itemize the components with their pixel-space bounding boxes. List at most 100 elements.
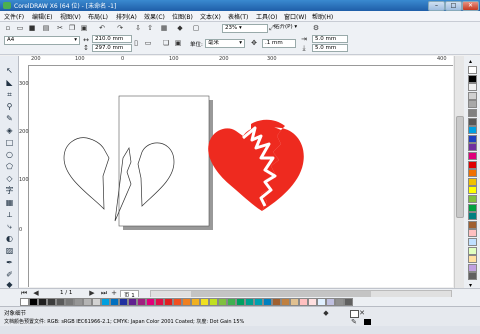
palette-swatch[interactable] [468,152,477,160]
transparency-tool-icon[interactable]: ▨ [5,246,14,255]
welcome-screen-icon[interactable]: ▢ [192,24,200,32]
export-icon[interactable]: ⇧ [146,24,154,32]
palette-scroll-up-icon[interactable]: ▴ [469,58,472,65]
parallel-dimension-icon[interactable]: ⟂ [5,210,14,219]
palette-swatch[interactable] [468,109,477,117]
document-palette-swatch[interactable] [56,298,65,306]
document-palette-swatch[interactable] [101,298,110,306]
open-folder-icon[interactable]: ▭ [16,24,24,32]
document-palette-swatch[interactable] [281,298,290,306]
vertical-scroll-thumb[interactable] [456,116,464,218]
vertical-scrollbar[interactable] [454,56,464,288]
restore-button[interactable]: □ [445,1,462,11]
menu-arrange[interactable]: 排列(A) [116,12,137,21]
document-palette-swatch[interactable] [344,298,353,306]
undo-icon[interactable]: ↶ [98,24,106,32]
document-palette-swatch[interactable] [74,298,83,306]
print-icon[interactable]: ▤ [42,24,50,32]
document-palette-swatch[interactable] [20,298,29,306]
horizontal-ruler[interactable]: 200 100 0 100 200 300 400 [19,56,453,66]
smart-fill-icon[interactable]: ◈ [5,126,14,135]
document-palette[interactable] [0,297,480,306]
palette-swatch[interactable] [468,229,477,238]
palette-swatch[interactable] [468,83,477,92]
color-profile-info[interactable]: 文档颜色预置文件: RGB: sRGB IEC61966-2.1; CMYK: … [4,318,244,325]
palette-swatch[interactable] [468,263,477,272]
document-palette-swatch[interactable] [164,298,173,306]
palette-swatch[interactable] [468,246,477,255]
freehand-tool-icon[interactable]: ✎ [5,114,14,123]
palette-swatch[interactable] [468,177,477,186]
palette-swatch[interactable] [468,66,477,74]
document-palette-swatch[interactable] [236,298,245,306]
menu-tools[interactable]: 工具(O) [256,12,277,21]
snap-to-menu[interactable]: 贴齐(P) ▾ [272,24,306,31]
palette-swatch[interactable] [468,272,477,281]
palette-swatch[interactable] [468,134,477,143]
document-palette-swatch[interactable] [155,298,164,306]
menu-window[interactable]: 窗口(W) [284,12,307,21]
close-button[interactable]: ✕ [462,1,479,11]
document-palette-swatch[interactable] [209,298,218,306]
next-page-icon[interactable]: ▶ [88,289,96,297]
pdf-publish-icon[interactable]: ▦ [160,24,168,32]
all-pages-icon[interactable]: ❏ [162,39,170,47]
palette-swatch[interactable] [468,160,477,169]
rectangle-tool-icon[interactable]: □ [5,138,14,147]
document-palette-swatch[interactable] [173,298,182,306]
menu-table[interactable]: 表格(T) [228,12,248,21]
document-palette-swatch[interactable] [227,298,236,306]
menu-text[interactable]: 文本(X) [200,12,221,21]
document-palette-swatch[interactable] [272,298,281,306]
document-palette-swatch[interactable] [47,298,56,306]
palette-swatch[interactable] [468,143,477,152]
polygon-tool-icon[interactable]: ⬠ [5,162,14,171]
page-border[interactable] [118,95,210,227]
nudge-distance-input[interactable]: .1 mm [262,39,296,48]
paste-icon[interactable]: ▣ [80,24,88,32]
duplicate-distance-x-input[interactable]: 5.0 mm [312,35,348,43]
pick-tool-icon[interactable]: ↖ [5,66,14,75]
drawing-canvas[interactable] [29,66,453,287]
new-document-icon[interactable]: ▫ [4,24,12,32]
palette-swatch[interactable] [468,91,477,100]
portrait-icon[interactable]: ▯ [132,39,140,47]
document-palette-swatch[interactable] [218,298,227,306]
fill-color-icon[interactable]: ◆ [322,309,330,317]
vertical-ruler[interactable]: 300 200 100 0 [19,65,29,287]
document-palette-swatch[interactable] [308,298,317,306]
shape-tool-icon[interactable]: ◣ [5,78,14,87]
document-palette-swatch[interactable] [299,298,308,306]
page-height-input[interactable]: 297.0 mm [92,44,132,52]
menu-layout[interactable]: 布局(L) [88,12,108,21]
units-select[interactable]: 毫米 ▾ [205,39,245,48]
first-page-icon[interactable]: ⏮ [20,289,28,297]
document-palette-swatch[interactable] [263,298,272,306]
save-icon[interactable]: ■ [28,24,36,32]
cut-icon[interactable]: ✂ [56,24,64,32]
previous-page-icon[interactable]: ◀ [32,289,40,297]
document-palette-swatch[interactable] [317,298,326,306]
color-palette[interactable]: ▴ ▾ [464,56,480,290]
palette-swatch[interactable] [468,186,477,195]
landscape-icon[interactable]: ▭ [144,39,152,47]
heart-piece-left[interactable] [63,137,110,210]
copy-icon[interactable]: ❐ [68,24,76,32]
connector-tool-icon[interactable]: ⤷ [5,222,14,231]
eyedropper-tool-icon[interactable]: ✒ [5,258,14,267]
page-size-select[interactable]: A4 ▾ [4,36,80,45]
palette-swatch[interactable] [468,100,477,109]
palette-swatch[interactable] [468,126,477,135]
document-palette-swatch[interactable] [29,298,38,306]
document-palette-swatch[interactable] [38,298,47,306]
palette-swatch[interactable] [468,117,477,126]
import-icon[interactable]: ⇩ [134,24,142,32]
zoom-tool-icon[interactable]: ⚲ [5,102,14,111]
table-tool-icon[interactable]: ▦ [5,198,14,207]
menu-file[interactable]: 文件(F) [4,12,24,21]
zoom-level-select[interactable]: 23% ▾ [222,24,268,33]
document-palette-swatch[interactable] [326,298,335,306]
options-gear-icon[interactable]: ⚙ [312,24,320,32]
menu-view[interactable]: 视图(V) [60,12,81,21]
basic-shapes-icon[interactable]: ◇ [5,174,14,183]
